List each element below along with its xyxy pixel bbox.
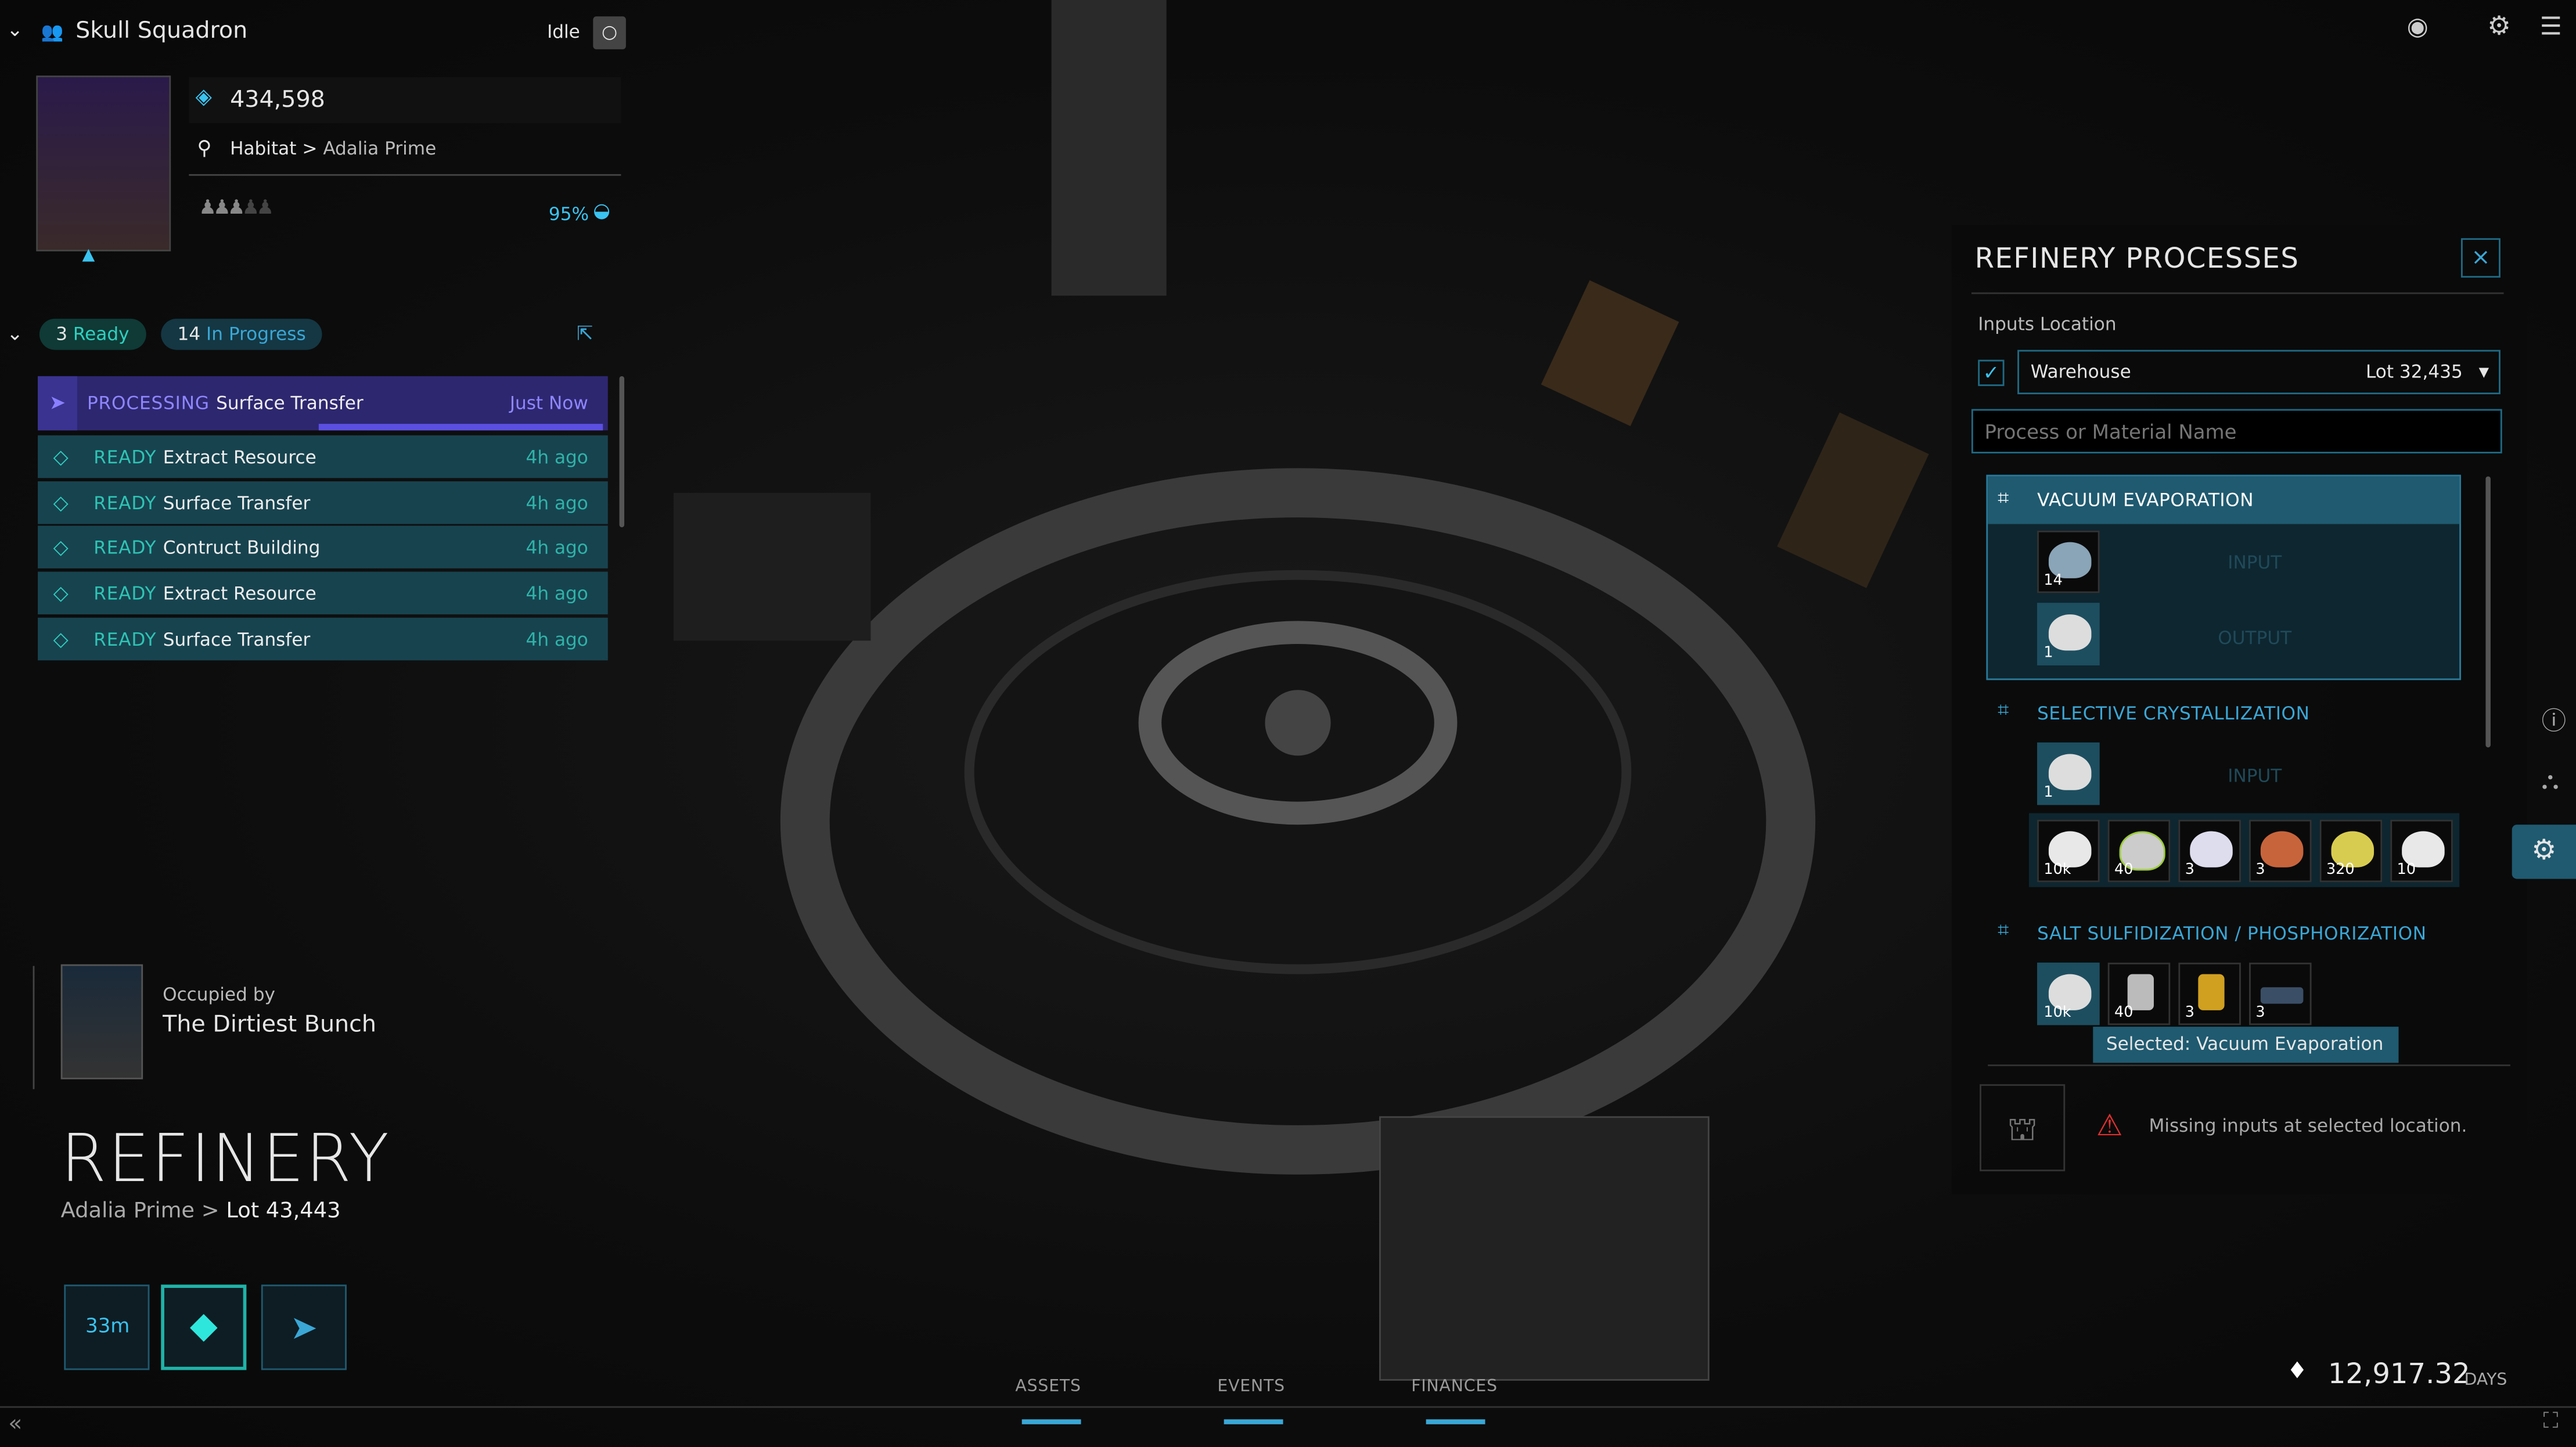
location-pin-icon: ⚲ [197,136,212,160]
material-slot[interactable]: 14 [2037,530,2100,593]
dropdown-caret-icon: ▼ [2478,365,2489,380]
occupied-by-label: Occupied by [163,984,275,1006]
material-slot[interactable]: 10 [2390,819,2453,883]
info-icon[interactable]: ⓘ [2542,703,2566,737]
process-icon: ⌗ [1998,698,2009,721]
crew-members-icon: ♟♟♟♟♟ [199,195,274,219]
transfer-action-button[interactable]: ➤ [261,1284,347,1370]
timer-action-button[interactable]: 33m [64,1284,150,1370]
close-panel-button[interactable]: × [2460,238,2501,278]
tab-finances[interactable]: FINANCES [1411,1378,1498,1396]
ready-diamond-icon: ◇ [53,581,69,605]
material-slot[interactable]: 3 [2178,962,2241,1025]
ready-diamond-icon: ◇ [53,627,69,651]
in-progress-filter-pill[interactable]: 14 In Progress [161,318,322,350]
processing-arrow-icon: ➤ [38,376,77,431]
idle-status-button[interactable]: ○ [593,16,626,49]
warning-icon: ⚠ [2096,1108,2123,1144]
inputs-location-checkbox[interactable]: ✓ [1978,359,2005,386]
inputs-location-label: Inputs Location [1978,314,2117,336]
processes-scrollbar[interactable] [2485,476,2491,748]
collapse-left-icon[interactable]: « [8,1411,22,1437]
tab-events[interactable]: EVENTS [1217,1378,1285,1396]
building-location[interactable]: Adalia Prime > Lot 43,443 [61,1199,341,1223]
action-item-processing[interactable]: ➤ PROCESSING Surface Transfer Just Now [38,376,608,431]
crew-name[interactable]: Skull Squadron [75,18,247,44]
building-title: REFINERY [60,1122,391,1198]
selected-process-tooltip: Selected: Vacuum Evaporation [2093,1027,2399,1063]
rank-wings-icon: ▲ [82,246,95,265]
crew-icon: 👥 [41,21,64,43]
action-item[interactable]: ◇ READY Surface Transfer 4h ago [38,617,608,661]
material-slot[interactable]: 1 [2037,603,2100,665]
tab-assets[interactable]: ASSETS [1015,1378,1081,1396]
sway-icon: ◈ [195,85,212,110]
extract-action-button[interactable]: ◆ [161,1284,247,1370]
ready-diamond-icon: ◇ [53,535,69,559]
material-slot[interactable]: 10k [2037,819,2100,883]
game-time: 12,917.32 [2327,1358,2470,1392]
panel-title: REFINERY PROCESSES [1974,243,2300,276]
material-slot[interactable]: 1 [2037,742,2100,805]
material-slot[interactable]: 40 [2107,819,2171,883]
action-item[interactable]: ◇ READY Surface Transfer 4h ago [38,481,608,524]
process-icon: ⌗ [1998,486,2009,510]
material-slot[interactable]: 3 [2249,962,2312,1025]
refinery-process-slot[interactable]: ⛫ [1980,1084,2066,1172]
gear-icon[interactable]: ⚙ [2487,10,2511,41]
ready-diamond-icon: ◇ [53,445,69,469]
crew-status: Idle [547,21,580,43]
refinery-processes-gear-button[interactable]: ⚙ [2512,825,2576,879]
food-bowl-icon: ◒ [593,199,610,222]
food-level: 95% [548,203,589,225]
occupant-name[interactable]: The Dirtiest Bunch [163,1012,376,1038]
time-icon: ♦ [2287,1358,2308,1385]
crew-location[interactable]: Habitat > Adalia Prime [230,138,436,160]
process-selective-crystallization[interactable]: SELECTIVE CRYSTALLIZATION [2037,703,2309,725]
process-icon: ⌗ [1998,918,2009,942]
material-slot[interactable]: 40 [2107,962,2171,1025]
process-search-input[interactable] [1971,409,2502,453]
crew-balance: 434,598 [230,87,325,114]
missing-inputs-warning: Missing inputs at selected location. [2149,1115,2467,1137]
captain-portrait[interactable] [36,75,171,251]
action-item[interactable]: ◇ READY Extract Resource 4h ago [38,435,608,478]
material-slot[interactable]: 10k [2037,962,2100,1025]
actions-scrollbar[interactable] [619,376,625,528]
collapse-crew-chevron[interactable]: ⌄ [6,18,23,41]
fullscreen-icon[interactable]: ⛶ [2543,1409,2558,1434]
process-name: VACUUM EVAPORATION [2037,489,2254,511]
action-item[interactable]: ◇ READY Contruct Building 4h ago [38,525,608,568]
material-slot[interactable]: 320 [2319,819,2383,883]
ready-filter-pill[interactable]: 3 Ready [39,318,146,350]
process-salt-sulfidization[interactable]: SALT SULFIDIZATION / PHOSPHORIZATION [2037,923,2426,945]
ready-diamond-icon: ◇ [53,491,69,514]
occupant-portrait[interactable] [60,964,143,1079]
collapse-actions-chevron[interactable]: ⌄ [6,322,23,345]
popout-icon[interactable]: ⇱ [577,322,593,345]
processing-progress-bar [318,423,603,431]
material-slot[interactable]: 3 [2249,819,2312,883]
menu-icon[interactable]: ☰ [2540,12,2562,41]
material-slot[interactable]: 3 [2178,819,2241,883]
eye-icon[interactable]: ◉ [2407,12,2429,41]
inputs-location-select[interactable]: Warehouse Lot 32,435 ▼ [2017,350,2501,394]
game-time-unit: DAYS [2464,1372,2507,1390]
construction-icon[interactable]: ⛬ [2542,765,2559,795]
action-item[interactable]: ◇ READY Extract Resource 4h ago [38,571,608,615]
